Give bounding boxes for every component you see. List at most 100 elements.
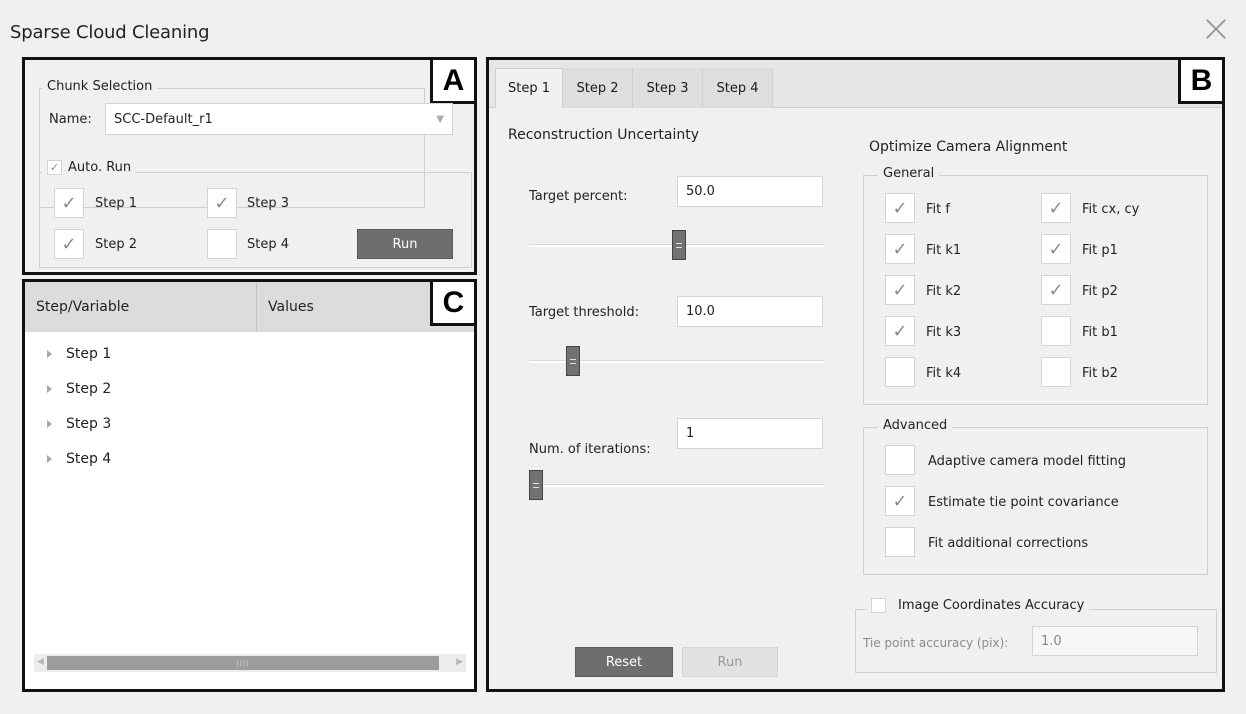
checkmark-icon: ✓ [49,161,60,174]
optimize-title: Optimize Camera Alignment [869,139,1068,155]
checkmark-icon: ✓ [892,490,908,512]
iterations-input[interactable]: 1 [677,418,823,449]
iterations-slider[interactable] [529,470,824,502]
target-percent-slider[interactable] [529,230,824,262]
column-step-variable[interactable]: Step/Variable [36,299,129,315]
fit-p1-checkbox[interactable]: ✓ [1041,234,1071,264]
slider-thumb[interactable] [565,346,580,376]
step4-label: Step 4 [247,237,290,252]
general-title: General [878,166,940,181]
run-button[interactable]: Run [682,647,778,677]
panel-c-letter: C [430,282,474,326]
fit-f-checkbox[interactable]: ✓ [885,193,915,223]
tab-step2[interactable]: Step 2 [563,68,633,108]
step3-label: Step 3 [247,196,290,211]
tab-step4[interactable]: Step 4 [703,68,773,108]
scroll-right-icon[interactable]: ▶ [456,657,463,667]
image-coords-label: Image Coordinates Accuracy [898,598,1085,613]
target-threshold-slider[interactable] [529,346,824,378]
adaptive-fitting-checkbox[interactable] [885,445,915,475]
slider-thumb[interactable] [529,470,543,500]
advanced-title: Advanced [878,418,953,433]
slider-thumb[interactable] [672,230,687,260]
estimate-covariance-checkbox[interactable]: ✓ [885,486,915,516]
scroll-left-icon[interactable]: ◀ [37,657,44,667]
tree-item-label: Step 1 [66,346,112,362]
auto-run-checkbox[interactable]: ✓ [47,160,62,175]
fit-k2-checkbox[interactable]: ✓ [885,275,915,305]
tree-item-label: Step 2 [66,381,112,397]
checkmark-icon: ✓ [61,233,77,255]
close-icon[interactable] [1203,16,1229,42]
chunk-name-select[interactable]: SCC-Default_r1 ▼ [105,103,453,135]
tab-step3[interactable]: Step 3 [633,68,703,108]
tree-item-step3[interactable]: Step 3 [47,416,111,432]
checkmark-icon: ✓ [892,238,908,260]
scrollbar-thumb[interactable]: IIII [47,656,439,670]
tree-item-step2[interactable]: Step 2 [47,381,111,397]
tree-item-step4[interactable]: Step 4 [47,451,111,467]
auto-run-header: ✓ Auto. Run [42,160,137,175]
fit-k1-label: Fit k1 [926,243,962,258]
checkmark-icon: ✓ [214,192,230,214]
target-percent-input[interactable]: 50.0 [677,176,823,207]
reconstruction-title: Reconstruction Uncertainty [508,127,700,143]
checkmark-icon: ✓ [1048,279,1064,301]
reset-button[interactable]: Reset [575,647,673,677]
panel-b-letter: B [1178,60,1222,104]
panel-a-letter: A [430,60,474,104]
fit-f-label: Fit f [926,202,950,217]
fit-k3-label: Fit k3 [926,325,962,340]
column-values[interactable]: Values [268,299,314,315]
fit-cxcy-checkbox[interactable]: ✓ [1041,193,1071,223]
step2-label: Step 2 [95,237,138,252]
step3-checkbox[interactable]: ✓ [207,188,237,218]
image-coords-checkbox[interactable] [871,598,886,613]
fit-k1-checkbox[interactable]: ✓ [885,234,915,264]
checkmark-icon: ✓ [892,320,908,342]
image-coords-header: Image Coordinates Accuracy [866,598,1090,613]
window-title: Sparse Cloud Cleaning [10,22,210,43]
step1-checkbox[interactable]: ✓ [54,188,84,218]
fit-b2-checkbox[interactable] [1041,357,1071,387]
checkmark-icon: ✓ [61,192,77,214]
tie-accuracy-label: Tie point accuracy (pix): [863,636,1009,650]
target-threshold-input[interactable]: 10.0 [677,296,823,327]
dropdown-arrow-icon: ▼ [436,113,444,125]
expand-triangle-icon [47,420,52,428]
tree-item-step1[interactable]: Step 1 [47,346,111,362]
checkmark-icon: ✓ [892,197,908,219]
additional-corrections-label: Fit additional corrections [928,536,1089,551]
step2-checkbox[interactable]: ✓ [54,229,84,259]
fit-p2-checkbox[interactable]: ✓ [1041,275,1071,305]
fit-k3-checkbox[interactable]: ✓ [885,316,915,346]
fit-cxcy-label: Fit cx, cy [1082,202,1140,217]
expand-triangle-icon [47,350,52,358]
fit-p1-label: Fit p1 [1082,243,1118,258]
checkmark-icon: ✓ [1048,197,1064,219]
additional-corrections-checkbox[interactable] [885,527,915,557]
expand-triangle-icon [47,455,52,463]
step1-label: Step 1 [95,196,138,211]
adaptive-fitting-label: Adaptive camera model fitting [928,454,1126,469]
target-percent-label: Target percent: [529,189,628,204]
iterations-label: Num. of iterations: [529,442,651,457]
tab-step1[interactable]: Step 1 [495,68,563,108]
fit-b1-label: Fit b1 [1082,325,1118,340]
fit-k4-label: Fit k4 [926,366,962,381]
auto-run-button[interactable]: Run [357,229,453,259]
fit-k2-label: Fit k2 [926,284,962,299]
tree-item-label: Step 3 [66,416,112,432]
tie-accuracy-input[interactable]: 1.0 [1032,626,1198,656]
auto-run-label: Auto. Run [68,160,132,175]
expand-triangle-icon [47,385,52,393]
horizontal-scrollbar[interactable]: ◀ IIII ▶ [34,654,466,672]
fit-b1-checkbox[interactable] [1041,316,1071,346]
column-divider [256,282,257,332]
slider-track [529,484,824,487]
tree-header: Step/Variable Values [25,282,474,332]
tree-item-label: Step 4 [66,451,112,467]
fit-k4-checkbox[interactable] [885,357,915,387]
fit-b2-label: Fit b2 [1082,366,1118,381]
step4-checkbox[interactable] [207,229,237,259]
